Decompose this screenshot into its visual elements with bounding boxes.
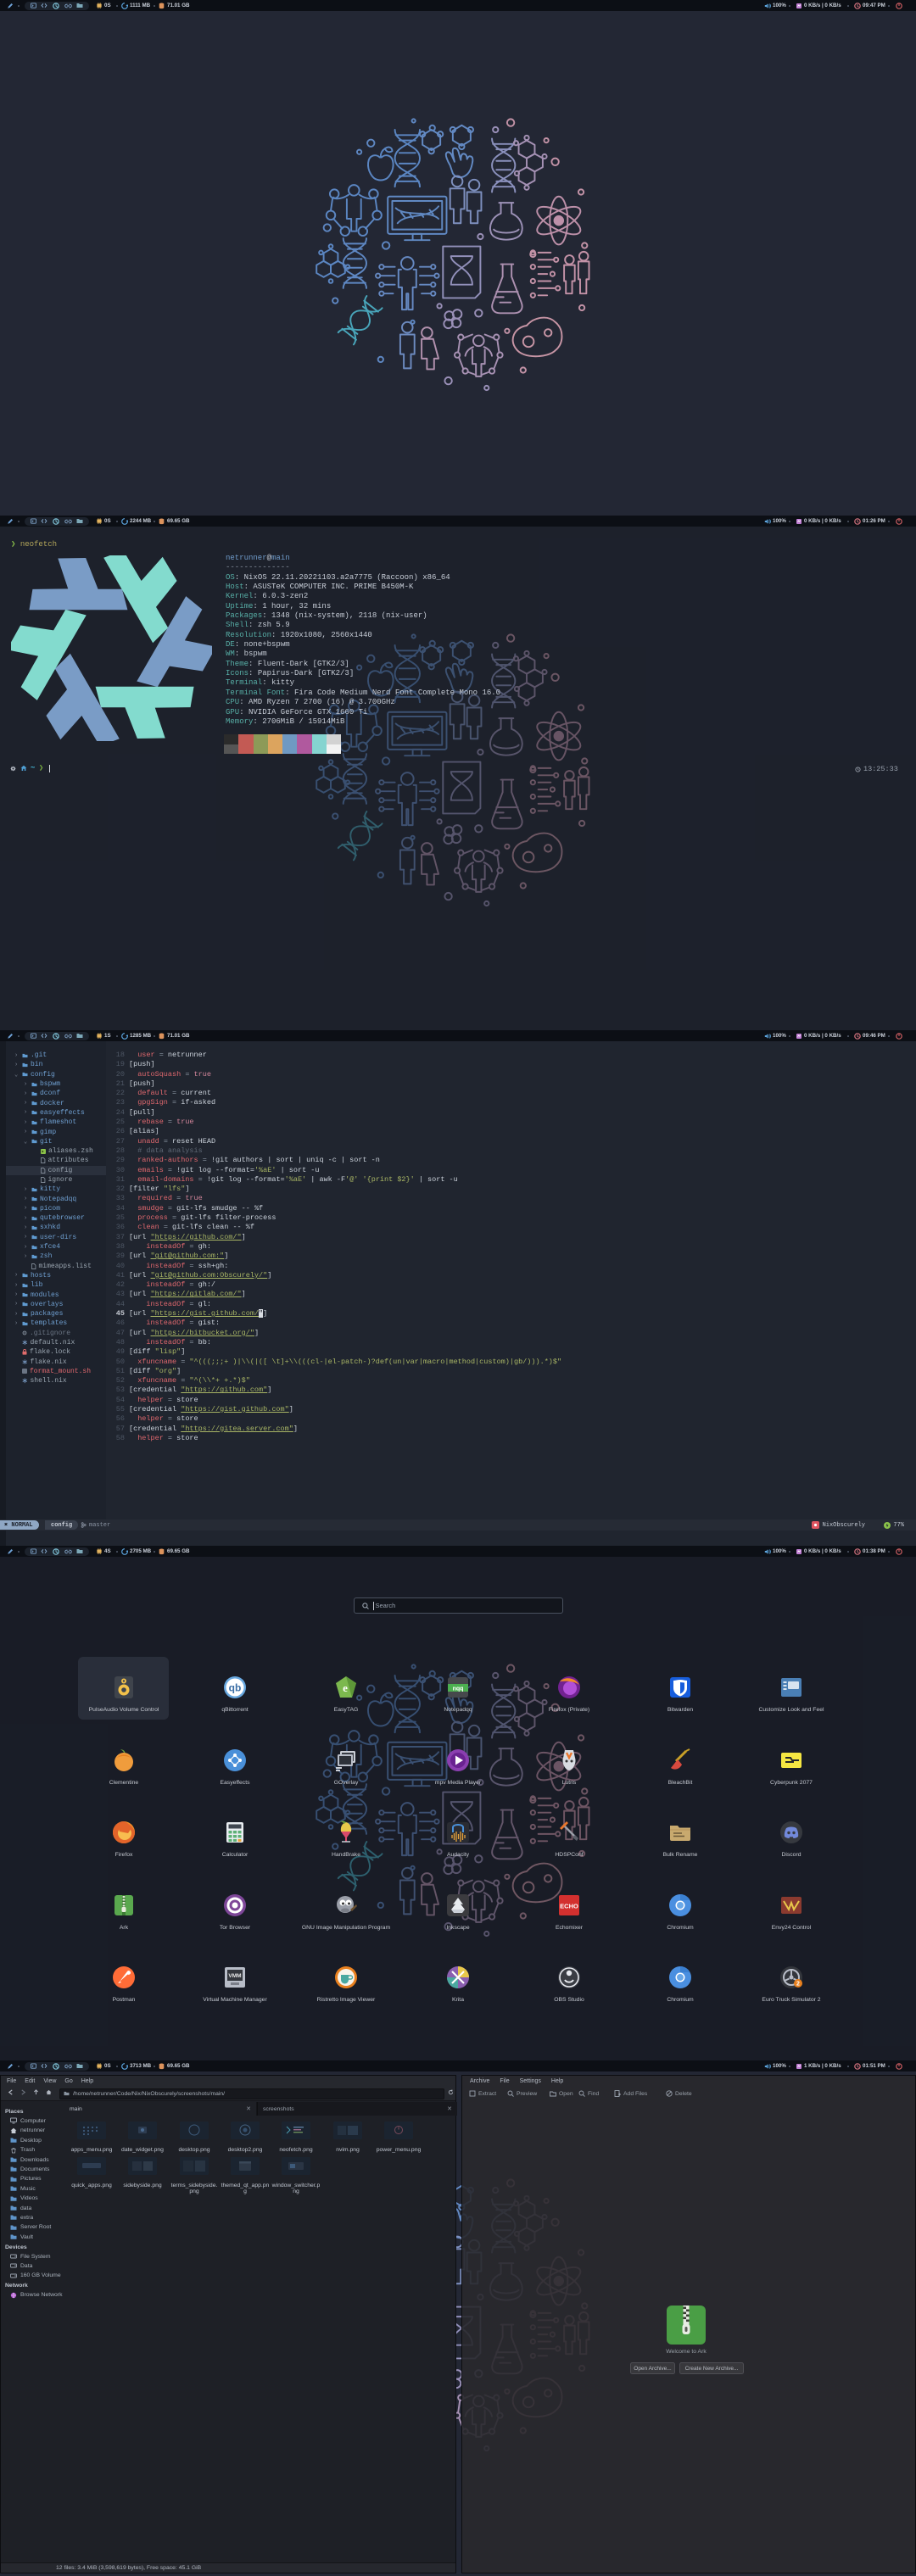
svg-text:nqq: nqq: [453, 1687, 464, 1692]
svg-text:ECHO: ECHO: [560, 1903, 578, 1910]
svg-text:VMM: VMM: [228, 1973, 241, 1979]
svg-text:e: e: [343, 1681, 348, 1694]
svg-text:qb: qb: [229, 1682, 242, 1694]
svg-text:2: 2: [796, 1982, 800, 1988]
